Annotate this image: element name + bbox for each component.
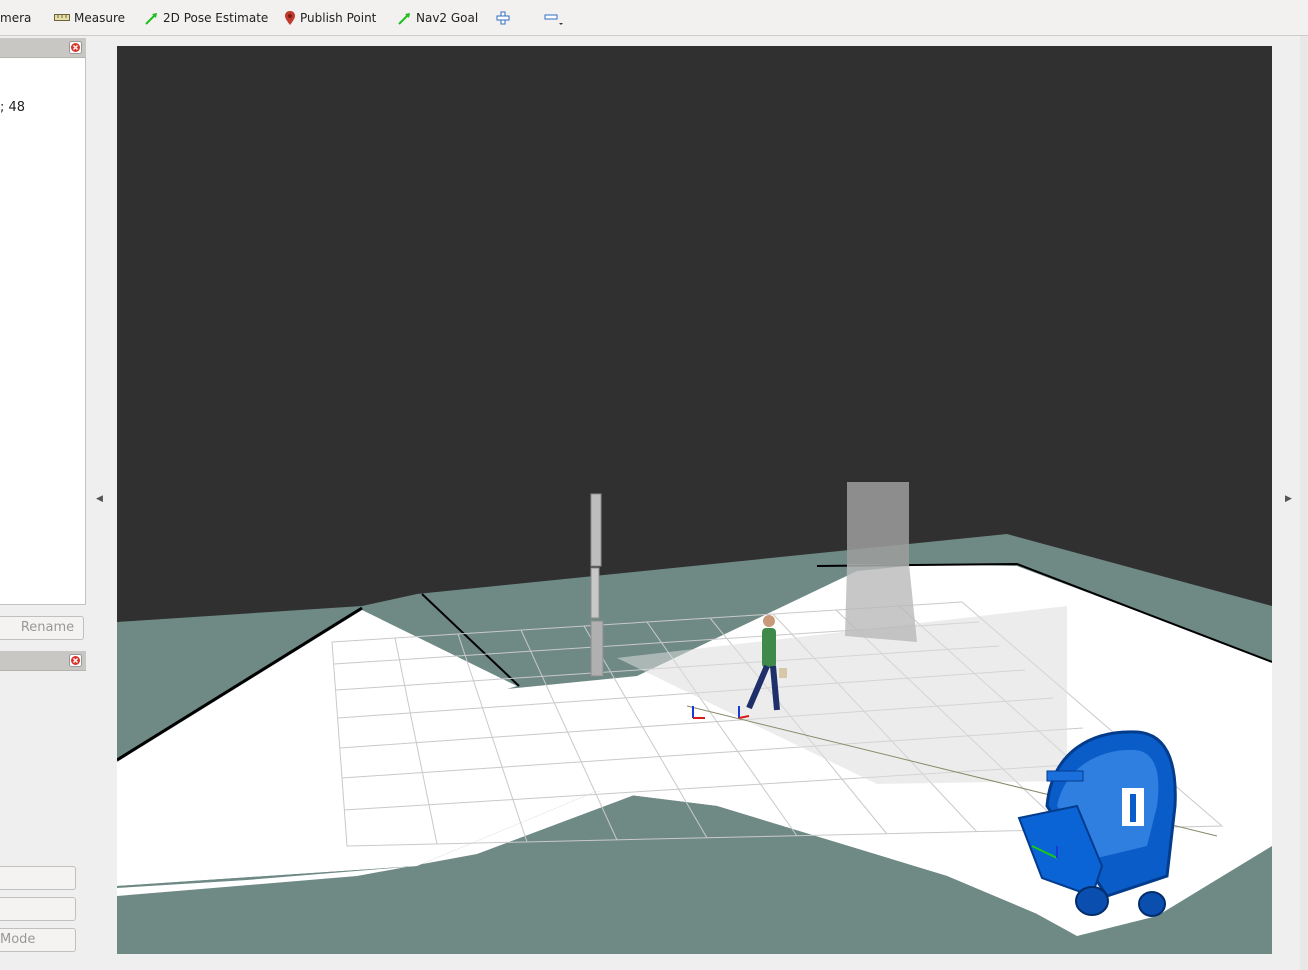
pillar-obstacle-base (590, 620, 604, 677)
toolbar: mera Measure 2D Pose Estimate Publish Po… (0, 0, 1308, 36)
displays-panel-body: ; 48 (0, 58, 86, 605)
left-collapse-arrow-icon[interactable]: ◀ (96, 494, 103, 504)
tool-camera[interactable]: mera (0, 8, 31, 28)
minus-icon (544, 14, 563, 25)
right-collapse-arrow-icon[interactable]: ▶ (1285, 494, 1292, 504)
tool-publish-point-label: Publish Point (300, 11, 377, 25)
remove-tool-button[interactable] (544, 8, 564, 28)
tool-publish-point[interactable]: Publish Point (284, 8, 376, 28)
displays-tree-text: ; 48 (0, 100, 26, 115)
tool-measure[interactable]: Measure (54, 8, 125, 28)
right-panel-edge (1300, 36, 1308, 970)
box-obstacle (847, 482, 909, 564)
panel-button-1[interactable] (0, 866, 76, 890)
tool-camera-label: mera (0, 11, 32, 25)
pillar-obstacle-mid (590, 567, 600, 619)
tool-nav2-goal-label: Nav2 Goal (416, 11, 479, 25)
plus-icon (496, 11, 510, 25)
tool-nav2-goal[interactable]: Nav2 Goal (397, 8, 478, 28)
3d-viewport[interactable] (117, 46, 1272, 954)
tool-measure-label: Measure (74, 11, 125, 25)
add-tool-button[interactable] (496, 8, 510, 28)
green-arrow-icon (398, 12, 410, 25)
box-obstacle-lower (845, 564, 917, 642)
panel-button-2[interactable] (0, 897, 76, 921)
rviz-window: mera Measure 2D Pose Estimate Publish Po… (0, 0, 1308, 970)
scene-render (117, 46, 1272, 954)
pillar-obstacle (590, 493, 602, 567)
displays-panel-header (0, 38, 86, 58)
tool-2d-pose-label: 2D Pose Estimate (163, 11, 269, 25)
mode-button[interactable]: Mode (0, 928, 76, 952)
close-icon[interactable] (69, 41, 82, 54)
views-panel-header (0, 651, 86, 671)
map-pin-icon (285, 11, 295, 25)
ruler-icon (54, 14, 70, 21)
tool-2d-pose-estimate[interactable]: 2D Pose Estimate (144, 8, 268, 28)
green-arrow-icon (145, 12, 157, 25)
rename-button[interactable]: Rename (0, 616, 84, 640)
close-icon[interactable] (69, 654, 82, 667)
